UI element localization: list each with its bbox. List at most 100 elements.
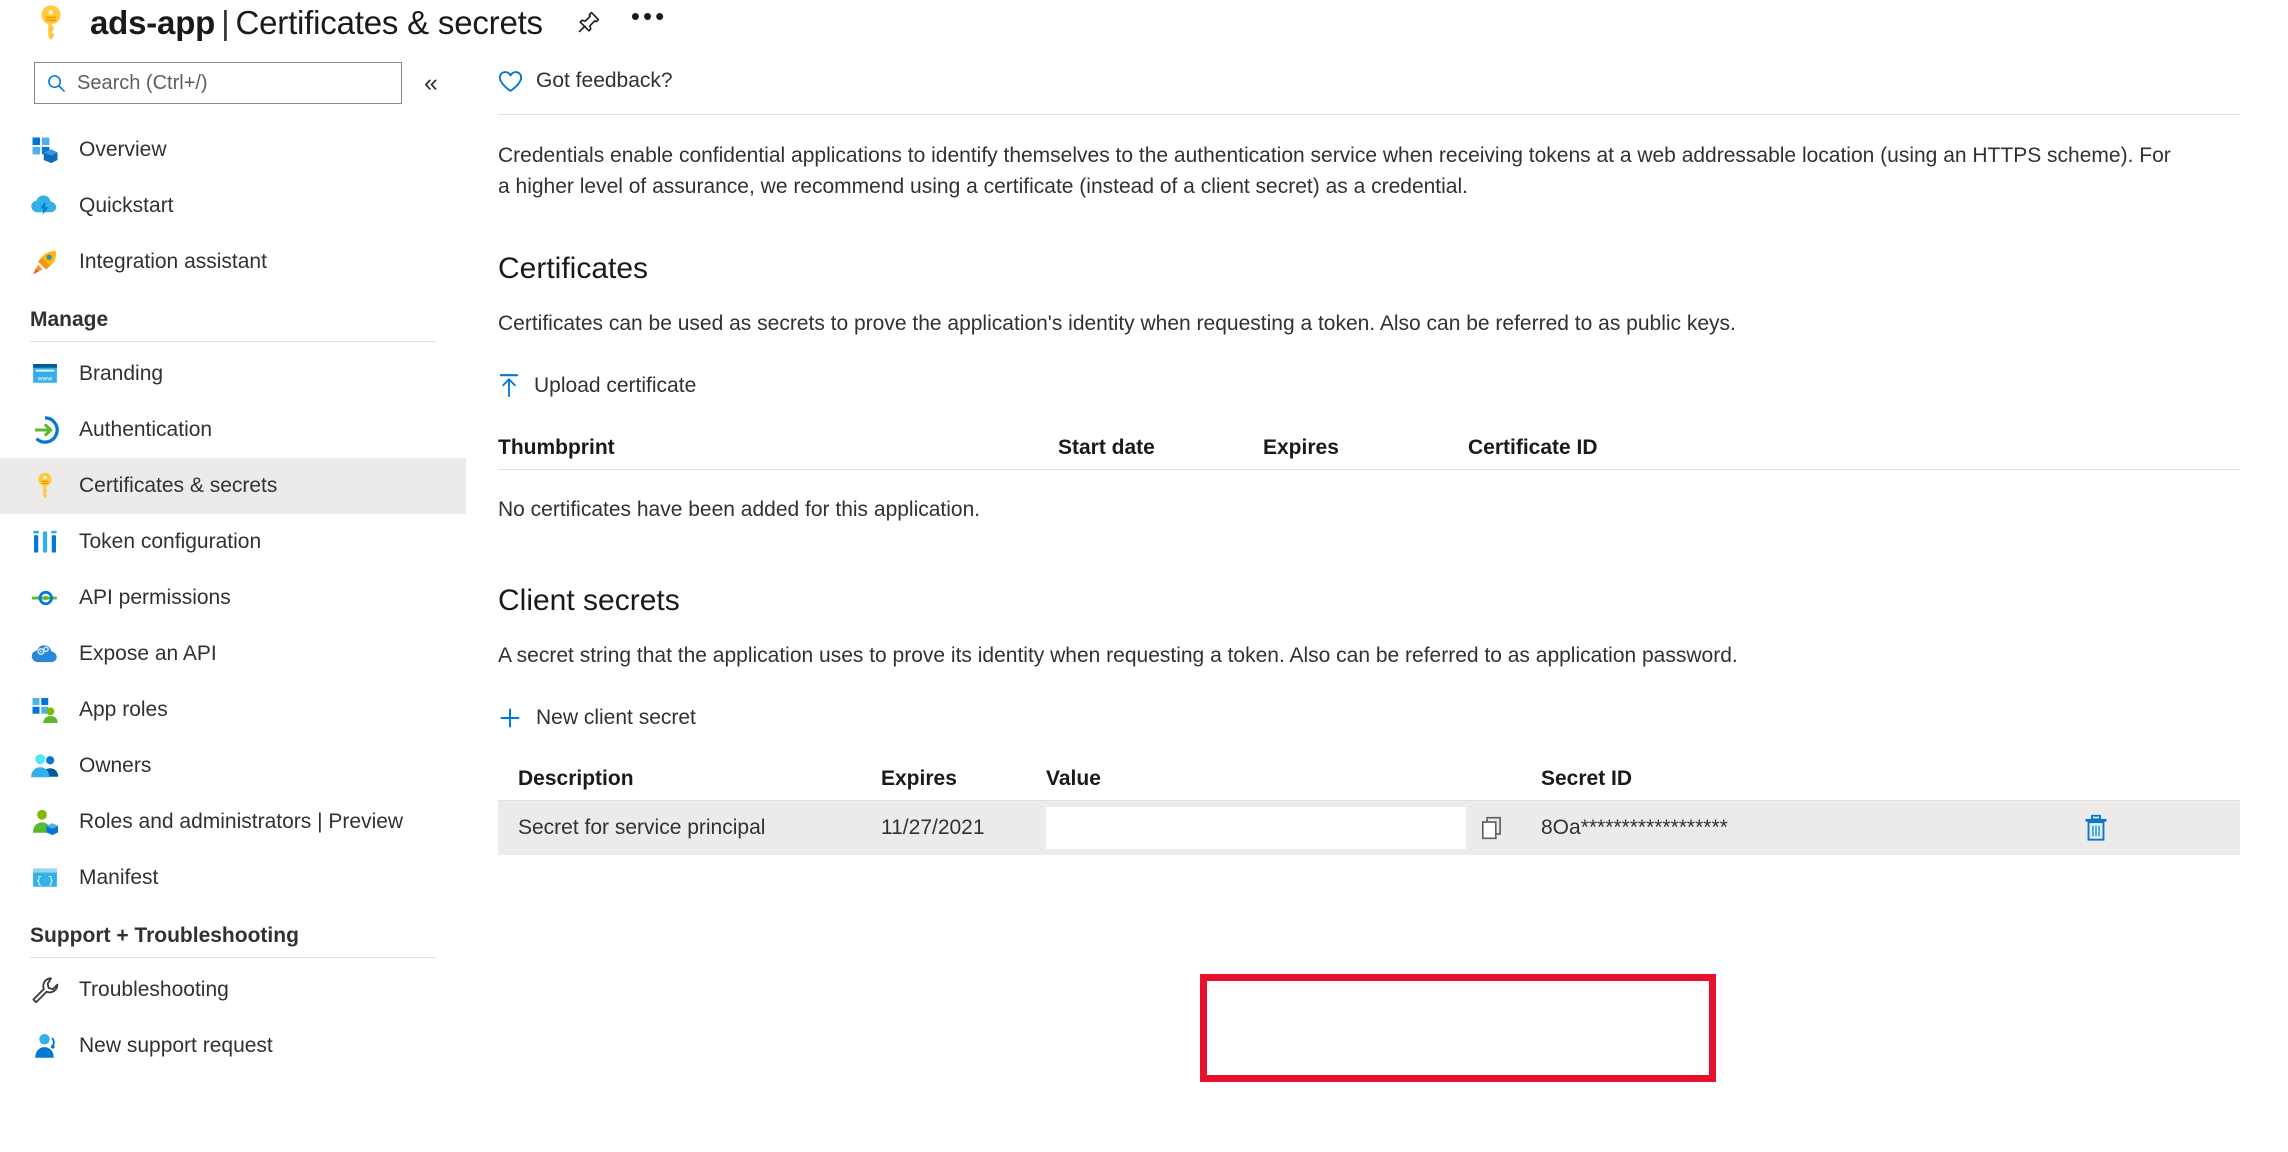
- client-secrets-table: Description Expires Value Secret ID Secr…: [498, 757, 2240, 855]
- certificates-heading: Certificates: [498, 252, 649, 285]
- certificates-empty-message: No certificates have been added for this…: [498, 498, 981, 521]
- sidebar-item-label: Quickstart: [79, 194, 174, 217]
- sidebar-group-manage: Manage: [0, 308, 466, 342]
- secret-value-input[interactable]: [1046, 807, 1466, 849]
- sidebar-item-label: Expose an API: [79, 642, 217, 665]
- sidebar-item-label: Branding: [79, 362, 164, 385]
- column-header-start-date: Start date: [1058, 435, 1155, 459]
- overview-icon: [32, 137, 58, 164]
- secret-description: Secret for service principal: [518, 816, 766, 839]
- page-header: ads-app | Certificates & secrets •••: [0, 0, 2288, 46]
- sidebar-item-certificates-and-secrets[interactable]: Certificates & secrets: [0, 458, 466, 514]
- svg-text:{ }: { }: [36, 875, 54, 887]
- table-row: Secret for service principal 11/27/2021 …: [498, 801, 2240, 855]
- intro-paragraph: Credentials enable confidential applicat…: [498, 144, 2171, 198]
- pin-icon[interactable]: [575, 10, 601, 36]
- got-feedback-label: Got feedback?: [536, 69, 673, 92]
- got-feedback-button[interactable]: Got feedback?: [498, 58, 718, 104]
- upload-certificate-label: Upload certificate: [534, 374, 697, 397]
- sidebar-item-owners[interactable]: Owners: [0, 738, 466, 794]
- upload-icon: [499, 374, 519, 397]
- sidebar: « Overview Quickstart: [0, 58, 466, 1152]
- secret-actions-cell: [2011, 814, 2131, 842]
- new-client-secret-button[interactable]: New client secret: [498, 702, 696, 734]
- search-box[interactable]: [34, 62, 402, 104]
- sidebar-item-api-permissions[interactable]: API permissions: [0, 570, 466, 626]
- wrench-icon: [32, 977, 59, 1004]
- main-content: Got feedback? Credentials enable confide…: [498, 58, 2288, 1152]
- roles-admin-icon: [32, 809, 58, 836]
- sidebar-item-manifest[interactable]: { } Manifest: [0, 850, 466, 906]
- rocket-icon: [33, 250, 57, 275]
- token-icon: [33, 530, 57, 553]
- column-header-value: Value: [1046, 766, 1101, 790]
- column-header-thumbprint: Thumbprint: [498, 435, 615, 459]
- sidebar-group-support-items: Troubleshooting New support request: [0, 962, 466, 1074]
- support-agent-icon: [35, 1034, 55, 1058]
- client-secrets-description: A secret string that the application use…: [498, 644, 1738, 667]
- sidebar-item-label: Troubleshooting: [79, 978, 229, 1001]
- sidebar-top-items: Overview Quickstart Integration assistan…: [0, 122, 466, 290]
- sidebar-item-expose-an-api[interactable]: Expose an API: [0, 626, 466, 682]
- sidebar-group-title: Manage: [30, 308, 109, 331]
- sidebar-item-authentication[interactable]: Authentication: [0, 402, 466, 458]
- sidebar-item-troubleshooting[interactable]: Troubleshooting: [0, 962, 466, 1018]
- sidebar-item-label: Manifest: [79, 866, 159, 889]
- sidebar-search-row: «: [0, 58, 466, 108]
- app-roles-icon: [32, 698, 58, 723]
- key-icon: [38, 472, 52, 499]
- column-header-description: Description: [518, 766, 634, 790]
- authentication-icon: [35, 416, 59, 444]
- heart-icon: [498, 70, 523, 92]
- expose-api-icon: [31, 645, 57, 663]
- page-title-section: Certificates & secrets: [235, 4, 544, 41]
- sidebar-group-support: Support + Troubleshooting: [0, 924, 466, 958]
- sidebar-item-roles-and-administrators[interactable]: Roles and administrators | Preview: [0, 794, 466, 850]
- search-input[interactable]: [75, 70, 375, 96]
- search-icon: [48, 74, 65, 92]
- sidebar-item-label: Owners: [79, 754, 152, 777]
- sidebar-group-title: Support + Troubleshooting: [30, 924, 299, 947]
- client-secrets-table-header: Description Expires Value Secret ID: [498, 757, 2240, 801]
- secret-expires: 11/27/2021: [881, 816, 985, 839]
- sidebar-item-label: New support request: [79, 1034, 273, 1057]
- sidebar-item-label: Integration assistant: [79, 250, 267, 273]
- more-options-button[interactable]: •••: [631, 3, 667, 35]
- column-header-secret-id: Secret ID: [1541, 766, 1633, 790]
- sidebar-item-label: Authentication: [79, 418, 213, 441]
- owners-icon: [31, 754, 59, 778]
- sidebar-item-label: App roles: [79, 698, 168, 721]
- divider: [30, 341, 436, 342]
- sidebar-item-integration-assistant[interactable]: Integration assistant: [0, 234, 466, 290]
- sidebar-item-new-support-request[interactable]: New support request: [0, 1018, 466, 1074]
- branding-icon: www: [33, 364, 57, 383]
- sidebar-item-overview[interactable]: Overview: [0, 122, 466, 178]
- page-title-app: ads-app: [90, 4, 216, 41]
- column-header-expires: Expires: [1263, 435, 1339, 459]
- sidebar-item-label: API permissions: [79, 586, 231, 609]
- divider: [498, 114, 2240, 115]
- page-title-separator: |: [221, 4, 230, 41]
- sidebar-group-manage-items: www Branding Authentication Certificates…: [0, 346, 466, 906]
- sidebar-item-label: Roles and administrators | Preview: [79, 810, 404, 833]
- new-client-secret-label: New client secret: [536, 706, 696, 729]
- sidebar-item-app-roles[interactable]: App roles: [0, 682, 466, 738]
- sidebar-item-label: Certificates & secrets: [79, 474, 278, 497]
- page-title: ads-app | Certificates & secrets: [90, 4, 543, 42]
- upload-certificate-button[interactable]: Upload certificate: [498, 370, 696, 402]
- api-permissions-icon: [31, 590, 57, 606]
- plus-icon: [500, 708, 520, 728]
- sidebar-item-branding[interactable]: www Branding: [0, 346, 466, 402]
- sidebar-item-quickstart[interactable]: Quickstart: [0, 178, 466, 234]
- trash-icon[interactable]: [2083, 814, 2109, 842]
- sidebar-item-token-configuration[interactable]: Token configuration: [0, 514, 466, 570]
- key-icon: [41, 5, 61, 40]
- column-header-expires: Expires: [881, 766, 957, 790]
- column-header-certificate-id: Certificate ID: [1468, 435, 1598, 459]
- copy-icon[interactable]: [1480, 815, 1504, 841]
- divider: [30, 957, 436, 958]
- svg-text:www: www: [37, 375, 53, 382]
- secret-value-cell: [1046, 807, 1541, 849]
- collapse-sidebar-button[interactable]: «: [424, 70, 438, 96]
- quickstart-icon: [31, 195, 57, 215]
